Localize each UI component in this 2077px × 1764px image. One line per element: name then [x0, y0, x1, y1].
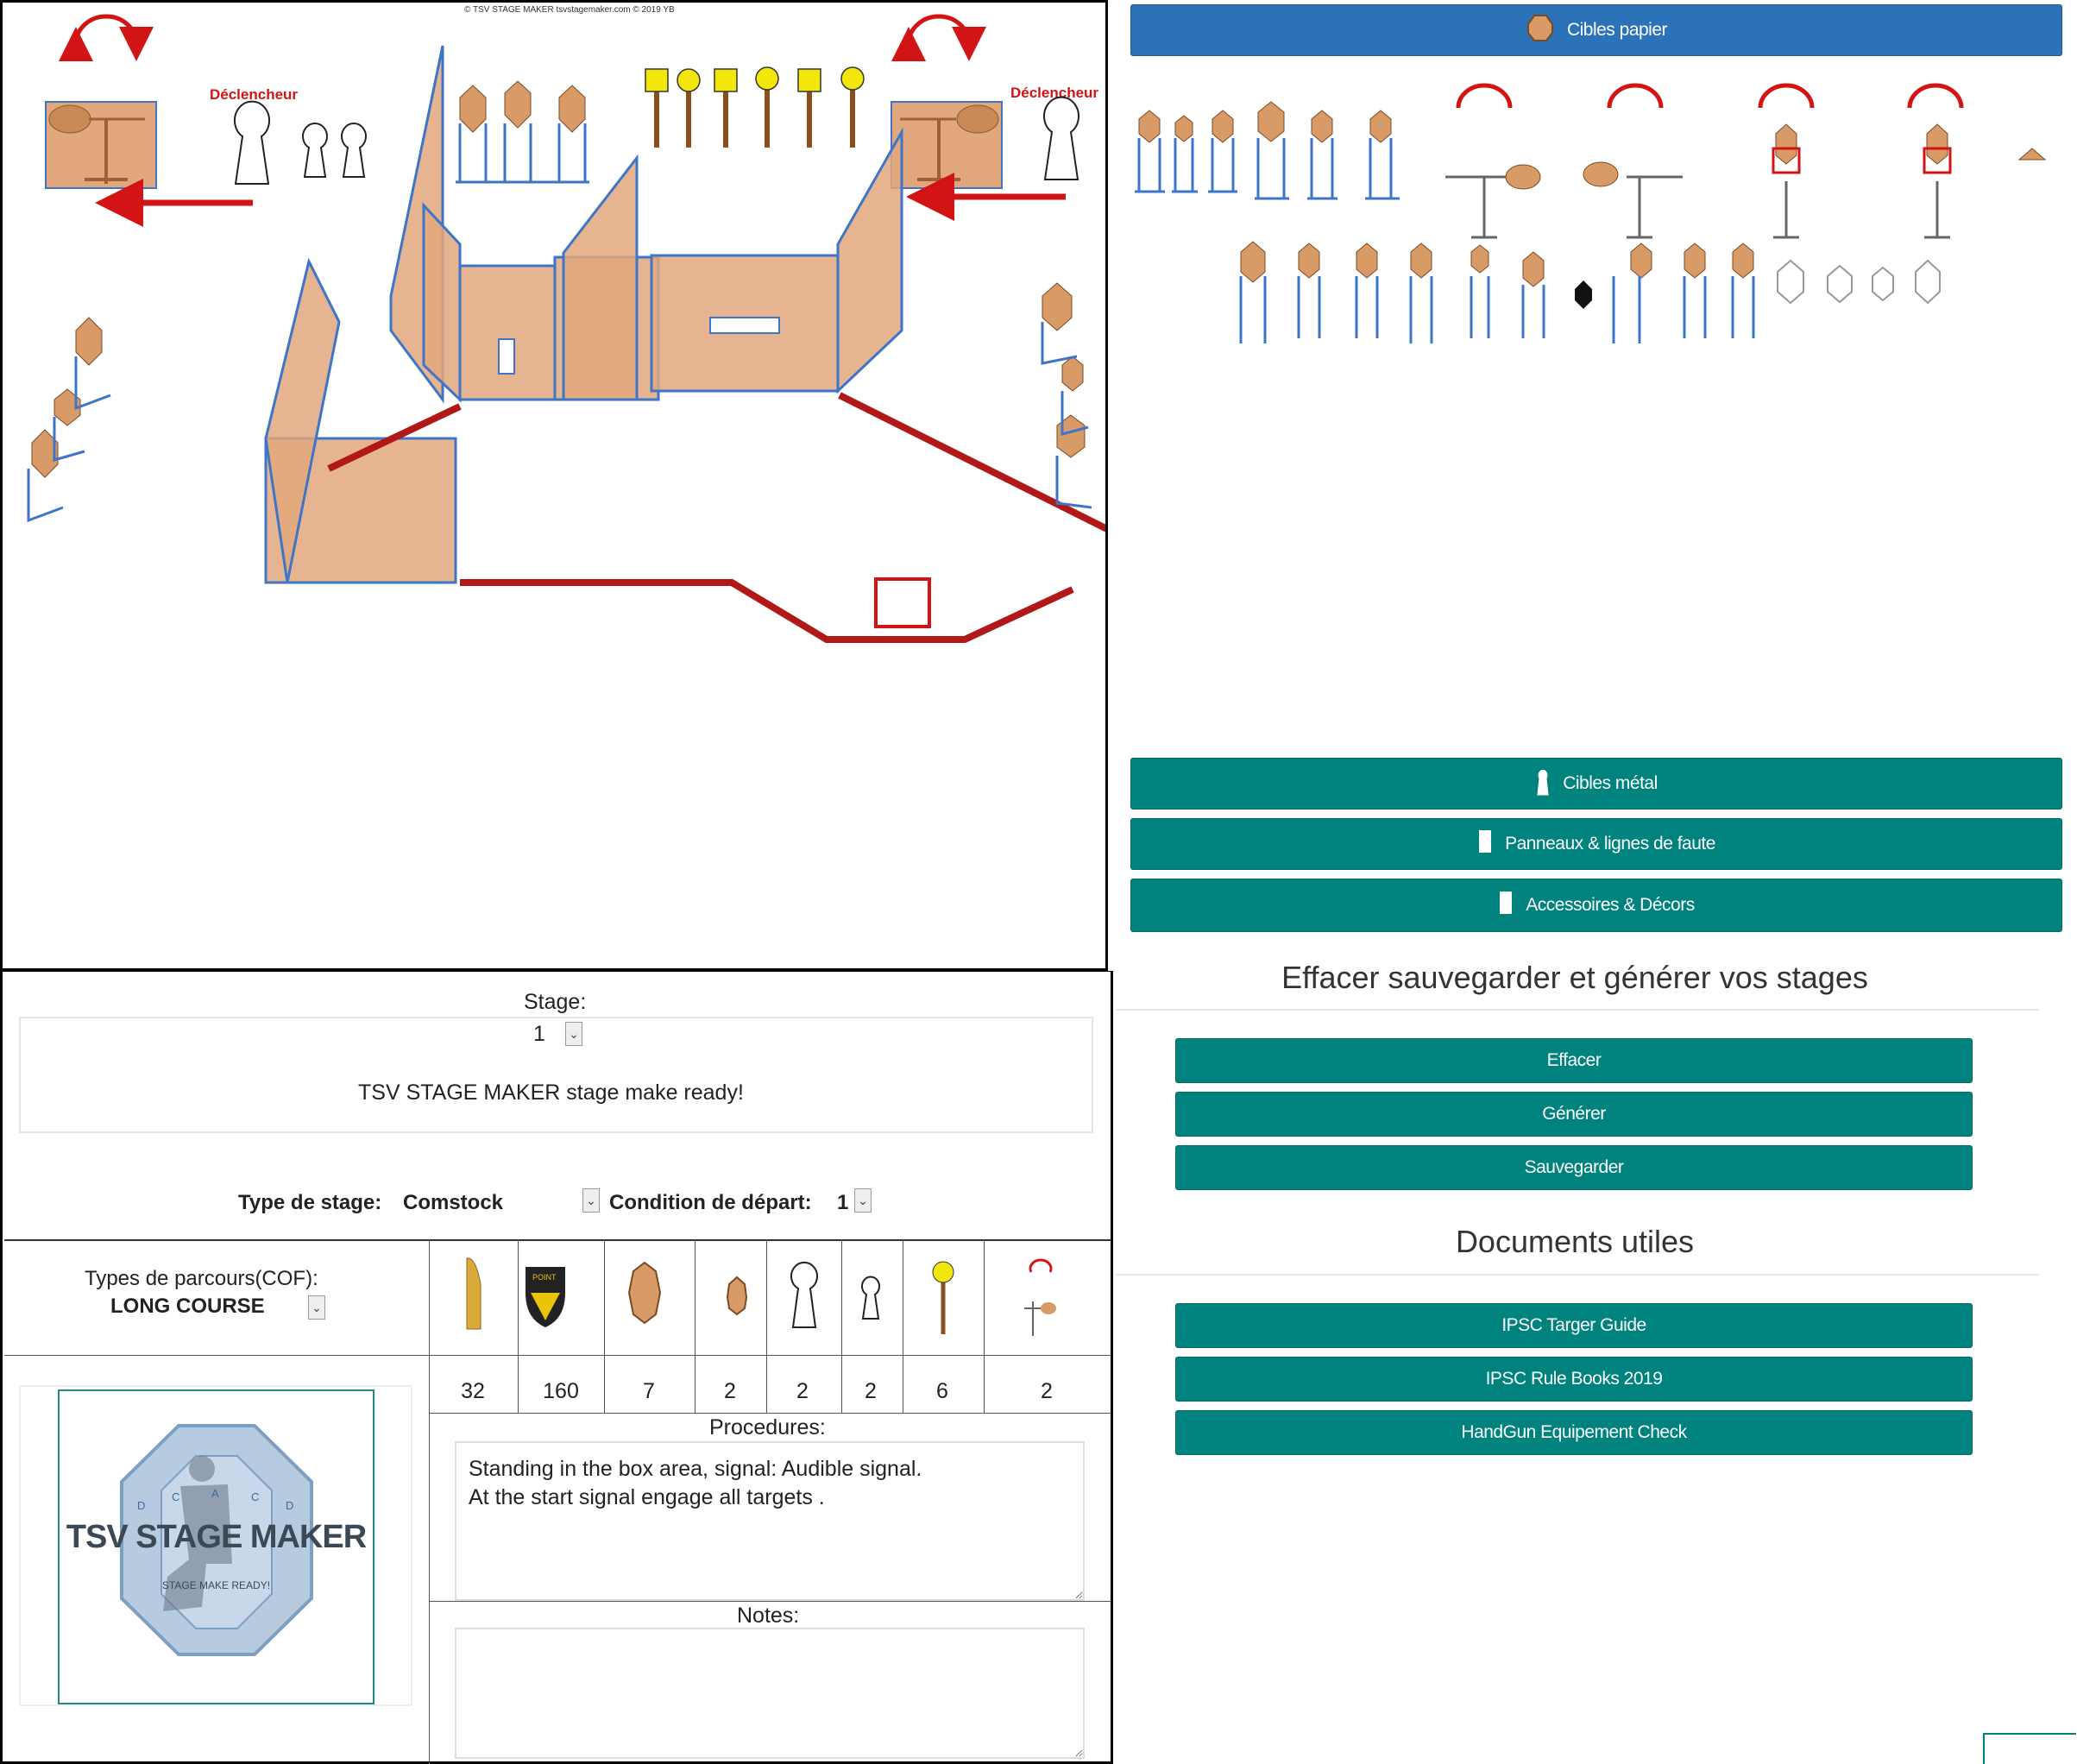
point-badge-icon: POINT — [526, 1267, 565, 1327]
logo-letter: D — [286, 1499, 294, 1512]
stage-drawing[interactable]: © TSV STAGE MAKER tsvstagemaker.com © 20… — [3, 3, 1105, 968]
svg-text:POINT: POINT — [532, 1273, 557, 1282]
metal-targets-button-label: Cibles métal — [1563, 773, 1658, 793]
stage-type-dropdown[interactable]: ⌄ — [582, 1188, 600, 1213]
notes-label: Notes: — [737, 1603, 800, 1628]
grid-divider — [429, 1413, 1111, 1414]
plate-icon — [932, 1261, 954, 1334]
stage-number-value: 1 — [533, 1022, 545, 1046]
stage-label: Stage: — [524, 990, 587, 1014]
stage-number-dropdown[interactable]: ⌄ — [565, 1022, 582, 1046]
accessories-button[interactable]: Accessoires & Décors — [1130, 879, 2062, 932]
paper-target-palette[interactable] — [1130, 69, 2062, 362]
swinger-palette-items — [1445, 83, 2047, 239]
logo-title: TSV STAGE MAKER — [66, 1519, 367, 1555]
paper-target-icon — [1526, 12, 1555, 48]
popper-icon — [1535, 766, 1551, 801]
stage-title-box — [19, 1017, 1093, 1133]
paper-target-group[interactable] — [456, 80, 589, 184]
scroll-to-top-button[interactable] — [1983, 1733, 2076, 1764]
trigger-label-left: Déclencheur — [210, 86, 298, 103]
stage-title[interactable]: TSV STAGE MAKER stage make ready! — [358, 1080, 744, 1106]
panel-icon — [1477, 828, 1493, 860]
paper-targets-button[interactable]: Cibles papier — [1130, 4, 2062, 56]
count-rounds: 32 — [461, 1379, 485, 1403]
rotate-arrow-icon[interactable] — [891, 14, 986, 62]
mini-popper-target[interactable] — [341, 123, 367, 178]
logo-letter: C — [251, 1490, 260, 1503]
port-opening — [709, 317, 780, 334]
mini-popper-target[interactable] — [302, 123, 328, 178]
popper-icon — [790, 1261, 818, 1328]
paper-target-icon — [627, 1261, 662, 1325]
clear-button[interactable]: Effacer — [1175, 1038, 1973, 1083]
stage-type-value: Comstock — [403, 1191, 504, 1214]
panels-button[interactable]: Panneaux & lignes de faute — [1130, 818, 2062, 870]
accessory-icon — [1498, 890, 1514, 921]
grid-divider — [4, 1355, 1111, 1356]
popper-target[interactable] — [1043, 96, 1079, 180]
shooting-box[interactable] — [874, 577, 931, 628]
paper-target-side-left[interactable] — [27, 317, 111, 523]
stage-canvas[interactable]: © TSV STAGE MAKER tsvstagemaker.com © 20… — [0, 0, 1108, 971]
count-icons: POINT — [466, 1257, 1056, 1336]
bullet-icon — [466, 1257, 481, 1330]
save-button[interactable]: Sauvegarder — [1175, 1145, 1973, 1190]
swinger-target-right[interactable] — [891, 101, 1003, 189]
swinger-target-left[interactable] — [45, 101, 157, 189]
plate-targets[interactable] — [645, 66, 865, 148]
procedures-label: Procedures: — [709, 1415, 826, 1440]
section-divider — [1116, 1009, 2039, 1011]
metal-targets-button[interactable]: Cibles métal — [1130, 758, 2062, 810]
count-paper-targets: 7 — [643, 1379, 655, 1403]
count-mini-poppers: 2 — [865, 1379, 877, 1403]
actions-heading: Effacer sauvegarder et générer vos stage… — [1281, 960, 1868, 995]
notes-textarea[interactable] — [455, 1628, 1085, 1759]
logo-letter: D — [137, 1499, 146, 1512]
procedures-textarea[interactable]: Standing in the box area, signal: Audibl… — [455, 1441, 1085, 1601]
paper-target-side-right[interactable] — [1041, 282, 1092, 509]
count-points: 160 — [543, 1379, 579, 1403]
logo-letter: A — [211, 1487, 219, 1500]
start-condition-label: Condition de départ: — [609, 1191, 812, 1214]
grid-divider — [429, 1601, 1111, 1602]
rotate-arrow-icon[interactable] — [58, 14, 154, 62]
count-mini-targets: 2 — [724, 1379, 736, 1403]
stage-logo: TSV STAGE MAKER STAGE MAKE READY! D C A … — [58, 1389, 374, 1704]
port-opening — [498, 338, 515, 375]
cof-label: Types de parcours(COF): — [85, 1267, 318, 1290]
start-condition-value: 1 — [837, 1191, 849, 1214]
count-poppers: 2 — [796, 1379, 809, 1403]
mini-target-icon — [726, 1276, 748, 1316]
rule-books-link[interactable]: IPSC Rule Books 2019 — [1175, 1357, 1973, 1402]
section-divider — [1116, 1274, 2039, 1276]
paper-targets-button-label: Cibles papier — [1566, 20, 1668, 40]
generate-button[interactable]: Générer — [1175, 1092, 1973, 1137]
cof-dropdown[interactable]: ⌄ — [308, 1295, 325, 1320]
mini-popper-icon — [861, 1276, 880, 1320]
documents-heading: Documents utiles — [1455, 1224, 1695, 1259]
start-condition-dropdown[interactable]: ⌄ — [854, 1188, 872, 1213]
canvas-copyright: © TSV STAGE MAKER tsvstagemaker.com © 20… — [464, 5, 675, 15]
target-guide-link[interactable]: IPSC Targer Guide — [1175, 1303, 1973, 1348]
logo-letter: C — [172, 1490, 180, 1503]
count-swingers: 2 — [1041, 1379, 1053, 1403]
count-plates: 6 — [936, 1379, 948, 1403]
accessories-button-label: Accessoires & Décors — [1526, 895, 1695, 915]
logo-subtitle: STAGE MAKE READY! — [161, 1579, 271, 1591]
stage-type-label: Type de stage: — [238, 1191, 382, 1214]
cof-value: LONG COURSE — [110, 1295, 265, 1318]
panels-button-label: Panneaux & lignes de faute — [1505, 834, 1715, 854]
equipment-check-link[interactable]: HandGun Equipement Check — [1175, 1410, 1973, 1455]
popper-target[interactable] — [234, 100, 270, 185]
swinger-icon — [1024, 1258, 1056, 1336]
